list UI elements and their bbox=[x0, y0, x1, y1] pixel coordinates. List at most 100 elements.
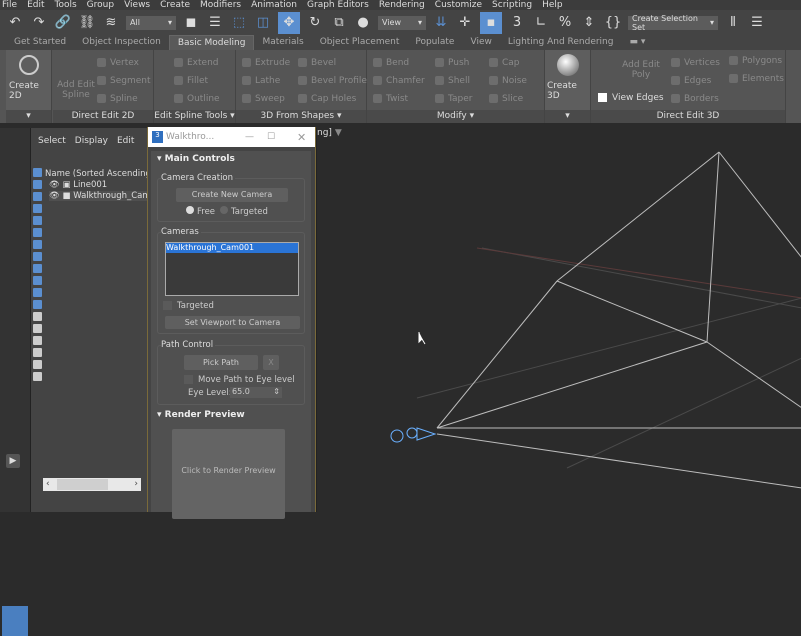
invert-icon[interactable] bbox=[33, 336, 42, 345]
cap-holes-button[interactable]: Cap Holes bbox=[298, 94, 356, 104]
keyboard-shortcut-override-icon[interactable]: ▪ bbox=[480, 11, 502, 34]
free-radio[interactable]: Free bbox=[186, 206, 215, 217]
cap-button[interactable]: Cap bbox=[489, 58, 520, 68]
list-item[interactable]: 👁 ▣ Line001 bbox=[49, 180, 107, 190]
chevron-down-icon[interactable]: ▾ bbox=[545, 110, 590, 123]
minimize-icon[interactable]: — bbox=[245, 132, 267, 142]
vertices-button[interactable]: Vertices bbox=[671, 58, 720, 68]
hidden-filter-icon[interactable] bbox=[33, 300, 42, 309]
named-selection-icon[interactable]: {} bbox=[604, 14, 622, 32]
scale-icon[interactable]: ⧉ bbox=[330, 14, 348, 32]
pivot-icon[interactable]: ⇊ bbox=[432, 14, 450, 32]
move-icon[interactable]: ✥ bbox=[278, 11, 300, 34]
view-edges-checkbox[interactable]: View Edges bbox=[598, 93, 664, 103]
move-path-checkbox[interactable]: Move Path to Eye level bbox=[184, 375, 295, 385]
group-filter-icon[interactable] bbox=[33, 240, 42, 249]
scroll-right-icon[interactable]: › bbox=[134, 478, 138, 491]
container-filter-icon[interactable] bbox=[33, 276, 42, 285]
xref-filter-icon[interactable] bbox=[33, 252, 42, 261]
add-edit-spline-button[interactable]: Add Edit Spline bbox=[56, 80, 96, 100]
menu-modifiers[interactable]: Modifiers bbox=[200, 0, 241, 10]
tab-view[interactable]: View bbox=[462, 35, 499, 50]
rollout-header[interactable]: ▾ Main Controls bbox=[151, 151, 311, 168]
noise-button[interactable]: Noise bbox=[489, 76, 527, 86]
targeted-checkbox[interactable]: Targeted bbox=[163, 301, 214, 311]
scroll-thumb[interactable] bbox=[57, 479, 108, 490]
filter-icon[interactable] bbox=[33, 348, 42, 357]
tab-object-inspection[interactable]: Object Inspection bbox=[74, 35, 169, 50]
scroll-left-icon[interactable]: ‹ bbox=[46, 478, 50, 491]
tab-lighting-rendering[interactable]: Lighting And Rendering bbox=[500, 35, 622, 50]
percent-snap-icon[interactable]: % bbox=[556, 14, 574, 32]
funnel-icon[interactable] bbox=[33, 360, 42, 369]
group-label[interactable]: Modify ▾ bbox=[367, 110, 544, 123]
create-3d-button[interactable]: Create 3D ▾ bbox=[545, 50, 591, 123]
light-filter-icon[interactable] bbox=[33, 192, 42, 201]
vertex-button[interactable]: Vertex bbox=[97, 58, 139, 68]
display-none-icon[interactable] bbox=[33, 324, 42, 333]
menu-views[interactable]: Views bbox=[124, 0, 150, 10]
twist-button[interactable]: Twist bbox=[373, 94, 408, 104]
targeted-radio[interactable]: Targeted bbox=[220, 206, 268, 217]
menu-customize[interactable]: Customize bbox=[435, 0, 482, 10]
menu-scripting[interactable]: Scripting bbox=[492, 0, 532, 10]
close-icon[interactable]: ✕ bbox=[297, 131, 315, 144]
sweep-button[interactable]: Sweep bbox=[242, 94, 285, 104]
unlink-icon[interactable]: ⛓ bbox=[78, 14, 96, 32]
select-by-name-icon[interactable]: ☰ bbox=[206, 14, 224, 32]
angle-snap-icon[interactable]: ∟ bbox=[532, 14, 550, 32]
bone-filter-icon[interactable] bbox=[33, 264, 42, 273]
slice-button[interactable]: Slice bbox=[489, 94, 523, 104]
list-item[interactable]: Walkthrough_Cam001 bbox=[166, 243, 298, 253]
menu-file[interactable]: File bbox=[2, 0, 17, 10]
placement-icon[interactable]: ● bbox=[354, 14, 372, 32]
explorer-menu-edit[interactable]: Edit bbox=[117, 136, 134, 146]
viewport[interactable]: ng] ▼ bbox=[316, 128, 801, 512]
group-label[interactable]: Edit Spline Tools ▾ bbox=[154, 110, 235, 123]
explorer-menu-select[interactable]: Select bbox=[38, 136, 66, 146]
fillet-button[interactable]: Fillet bbox=[174, 76, 208, 86]
rect-selection-icon[interactable]: ⬚ bbox=[230, 14, 248, 32]
menu-tools[interactable]: Tools bbox=[55, 0, 77, 10]
rollout-header[interactable]: ▾ Render Preview bbox=[151, 407, 311, 424]
tab-object-placement[interactable]: Object Placement bbox=[312, 35, 408, 50]
spinner-arrows-icon[interactable]: ⇕ bbox=[273, 387, 282, 396]
snaps-toggle-icon[interactable]: 3 bbox=[508, 14, 526, 32]
tab-basic-modeling[interactable]: Basic Modeling bbox=[168, 35, 255, 50]
chevron-down-icon[interactable]: ▾ bbox=[6, 110, 51, 123]
play-icon[interactable]: ▶ bbox=[6, 454, 20, 468]
chamfer-button[interactable]: Chamfer bbox=[373, 76, 425, 86]
extend-button[interactable]: Extend bbox=[174, 58, 219, 68]
push-button[interactable]: Push bbox=[435, 58, 469, 68]
dialog-titlebar[interactable]: 3 Walkthro... — ☐ ✕ bbox=[148, 127, 315, 147]
link-icon[interactable]: 🔗 bbox=[54, 14, 72, 32]
filter-icon[interactable]: ▼ bbox=[335, 128, 342, 138]
undo-icon[interactable]: ↶ bbox=[6, 14, 24, 32]
extrude-button[interactable]: Extrude bbox=[242, 58, 290, 68]
menu-edit[interactable]: Edit bbox=[27, 0, 44, 10]
selection-filter-dropdown[interactable]: All ▾ bbox=[126, 15, 176, 30]
viewport-layout-icon[interactable] bbox=[2, 606, 28, 636]
segment-button[interactable]: Segment bbox=[97, 76, 151, 86]
maximize-icon[interactable]: ☐ bbox=[267, 132, 297, 142]
render-preview-area[interactable]: Click to Render Preview bbox=[172, 429, 285, 519]
window-crossing-icon[interactable]: ◫ bbox=[254, 14, 272, 32]
shell-button[interactable]: Shell bbox=[435, 76, 470, 86]
borders-button[interactable]: Borders bbox=[671, 94, 719, 104]
align-icon[interactable]: ☰ bbox=[748, 14, 766, 32]
taper-button[interactable]: Taper bbox=[435, 94, 472, 104]
clear-path-button[interactable]: X bbox=[263, 355, 279, 370]
shape-filter-icon[interactable] bbox=[33, 180, 42, 189]
bevel-button[interactable]: Bevel bbox=[298, 58, 336, 68]
menu-create[interactable]: Create bbox=[160, 0, 190, 10]
frozen-filter-icon[interactable] bbox=[33, 288, 42, 297]
tab-populate[interactable]: Populate bbox=[407, 35, 462, 50]
group-label[interactable]: 3D From Shapes ▾ bbox=[236, 110, 366, 123]
polygons-button[interactable]: Polygons bbox=[729, 56, 782, 66]
eye-level-spinner[interactable]: 65.0 ⇕ bbox=[230, 387, 282, 398]
folder-icon[interactable] bbox=[33, 372, 42, 381]
spinner-snap-icon[interactable]: ⇕ bbox=[580, 14, 598, 32]
create-new-camera-button[interactable]: Create New Camera bbox=[176, 188, 288, 202]
viewport-label[interactable]: ng] ▼ bbox=[317, 128, 342, 138]
elements-button[interactable]: Elements bbox=[729, 74, 784, 84]
